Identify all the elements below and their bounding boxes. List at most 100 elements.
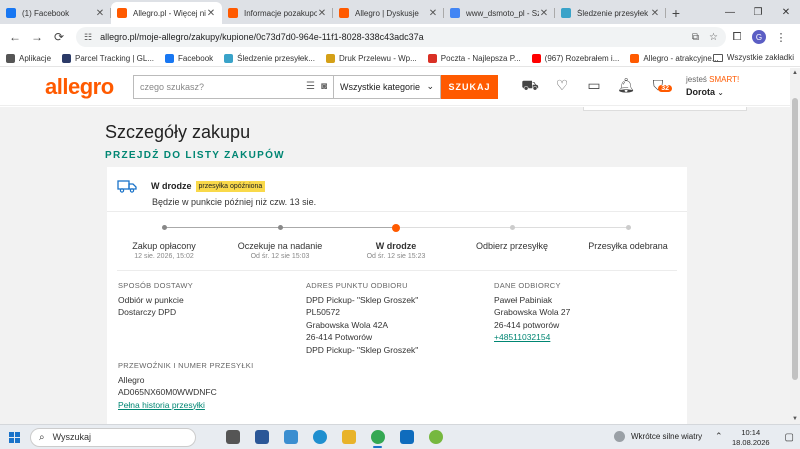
chat-icon[interactable]: ▭ — [578, 77, 610, 96]
close-tab-icon[interactable]: ✕ — [539, 8, 549, 19]
recipient-data: DANE ODBIORCY Paweł Pabiniak Grabowska W… — [494, 281, 571, 344]
tray-chevron-icon[interactable]: ⌃ — [715, 431, 723, 442]
browser-tab-strip: (1) Facebook ✕ Allegro.pl - Więcej niż ✕ Inf… — [0, 0, 800, 24]
close-tab-icon[interactable]: ✕ — [95, 8, 105, 19]
pickup-address: ADRES PUNKTU ODBIORU DPD Pickup- "Sklep … — [306, 281, 419, 355]
minimize-icon[interactable]: — — [716, 0, 744, 24]
scroll-up-icon[interactable]: ▲ — [790, 68, 800, 78]
scroll-down-icon[interactable]: ▼ — [790, 414, 800, 424]
start-button[interactable] — [0, 431, 28, 443]
browser-tab[interactable]: Śledzenie przesyłek D ✕ — [555, 2, 666, 24]
extensions-icon[interactable]: ⧠ — [726, 26, 748, 48]
timeline-connector — [512, 227, 628, 228]
favicon-icon — [450, 8, 460, 18]
search-button[interactable]: SZUKAJ — [441, 74, 498, 99]
taskbar-app-chrome[interactable] — [363, 426, 392, 448]
browser-tab[interactable]: Informacje pozakupow ✕ — [222, 2, 333, 24]
favicon-icon — [228, 8, 238, 18]
camera-icon[interactable]: ◙ — [321, 81, 327, 92]
taskbar-app-file-explorer[interactable] — [334, 426, 363, 448]
close-window-icon[interactable]: ✕ — [772, 0, 800, 24]
category-select[interactable]: Wszystkie kategorie ⌄ — [333, 74, 441, 99]
bookmark-item[interactable]: Parcel Tracking | GL... — [62, 53, 154, 63]
bookmark-item[interactable]: Facebook — [165, 53, 213, 63]
favicon-icon — [117, 8, 127, 18]
purchase-details-card: W drodze przesyłka opóźniona Będzie w pu… — [107, 167, 687, 424]
taskbar-app-edge[interactable] — [305, 426, 334, 448]
browser-toolbar: ← → ⟳ ☷ allegro.pl/moje-allegro/zakupy/k… — [0, 24, 800, 50]
taskbar-app-utorrent[interactable] — [421, 426, 450, 448]
taskbar-app-photos[interactable] — [276, 426, 305, 448]
browser-tab[interactable]: Allegro | Dyskusje ✕ — [333, 2, 444, 24]
browser-tab[interactable]: Allegro.pl - Więcej niż ✕ — [111, 2, 222, 24]
search-input[interactable]: czego szukasz? ☰ ◙ — [133, 74, 333, 99]
chevron-down-icon: ⌄ — [717, 88, 724, 97]
forward-arrow-icon[interactable]: → — [26, 26, 48, 48]
search-icon: ⌕ — [39, 431, 45, 443]
timeline-dot — [626, 225, 631, 230]
menu-dots-icon[interactable]: ⋮ — [770, 26, 792, 48]
timeline-connector — [396, 227, 512, 228]
bookmark-favicon-icon — [6, 53, 15, 63]
page-scrollbar[interactable]: ▲ ▼ — [790, 68, 800, 424]
browser-tab[interactable]: www_dsmoto_pl - Szu ✕ — [444, 2, 555, 24]
timeline-step: W drodze Od śr. 12 sie 15:23 — [341, 241, 451, 260]
folder-icon — [712, 53, 723, 62]
timeline-connector — [164, 227, 280, 228]
clock[interactable]: 10:14 18.08.2026 — [732, 428, 770, 448]
bookmark-item[interactable]: Allegro - atrakcyjne... — [630, 53, 719, 63]
tab-title: Allegro | Dyskusje — [355, 8, 419, 18]
divider — [117, 270, 677, 271]
favicon-icon — [339, 8, 349, 18]
recipient-phone-link[interactable]: +48511032154 — [494, 331, 570, 344]
browser-tab[interactable]: (1) Facebook ✕ — [0, 2, 111, 24]
bookmark-item[interactable]: (967) Rozebrałem i... — [531, 53, 619, 63]
bookmark-item[interactable]: Druk Przelewu - Wp... — [325, 53, 417, 63]
chrome-icon — [370, 430, 385, 444]
tab-title: www_dsmoto_pl - Szu — [466, 8, 539, 18]
bookmark-item[interactable]: Aplikacje — [6, 53, 51, 63]
notifications-icon[interactable]: ▢ — [785, 432, 794, 443]
url-text: allegro.pl/moje-allegro/zakupy/kupione/0… — [100, 32, 424, 42]
taskbar-app-outlook[interactable] — [392, 426, 421, 448]
reload-icon[interactable]: ⟳ — [48, 26, 70, 48]
taskbar-app-task-view[interactable] — [218, 426, 247, 448]
timeline-dot — [162, 225, 167, 230]
close-tab-icon[interactable]: ✕ — [317, 8, 327, 19]
new-tab-button[interactable]: + — [666, 2, 686, 24]
timeline-step-label: Przesyłka odebrana — [588, 241, 668, 251]
back-to-purchases-link[interactable]: PRZEJDŹ DO LISTY ZAKUPÓW — [105, 150, 285, 161]
outlook-icon — [399, 430, 414, 444]
allegro-logo[interactable]: allegro — [45, 74, 133, 100]
profile-avatar[interactable]: G — [752, 30, 766, 44]
scroll-thumb[interactable] — [792, 98, 798, 380]
taskbar-app-store[interactable] — [247, 426, 276, 448]
shipment-history-link[interactable]: Pełna historia przesyłki — [118, 399, 254, 412]
bell-icon[interactable]: 🔔︎ — [610, 77, 642, 96]
all-bookmarks[interactable]: Wszystkie zakładki — [712, 53, 794, 62]
user-name: Dorota — [686, 87, 715, 97]
timeline-dot — [278, 225, 283, 230]
cart-icon[interactable]: ⛉ 32 — [642, 77, 674, 96]
weather-widget[interactable]: Wkrótce silne wiatry — [614, 431, 702, 442]
close-tab-icon[interactable]: ✕ — [650, 8, 660, 19]
chevron-down-icon: ⌄ — [426, 81, 434, 91]
bookmark-star-icon[interactable]: ☆ — [709, 32, 718, 43]
truck-icon[interactable]: ⛟ — [514, 77, 546, 96]
bookmark-favicon-icon — [630, 53, 640, 63]
taskbar-search[interactable]: ⌕ Wyszukaj — [30, 427, 196, 447]
bookmark-item[interactable]: Śledzenie przesyłek... — [224, 53, 315, 63]
install-app-icon[interactable]: ⧉ — [692, 32, 699, 43]
close-tab-icon[interactable]: ✕ — [206, 8, 216, 19]
user-menu[interactable]: jesteś SMART! Dorota ⌄ — [686, 74, 739, 99]
maximize-icon[interactable]: ❐ — [744, 0, 772, 24]
address-bar[interactable]: ☷ allegro.pl/moje-allegro/zakupy/kupione… — [76, 27, 726, 47]
site-info-icon[interactable]: ☷ — [84, 32, 92, 43]
close-tab-icon[interactable]: ✕ — [428, 8, 438, 19]
timeline-step: Zakup opłacony 12 sie. 2026, 15:02 — [109, 241, 219, 260]
heart-icon[interactable]: ♡ — [546, 77, 578, 96]
filter-list-icon[interactable]: ☰ — [306, 81, 315, 92]
back-arrow-icon[interactable]: ← — [4, 26, 26, 48]
tab-title: (1) Facebook — [22, 8, 70, 18]
bookmark-item[interactable]: Poczta - Najlepsza P... — [427, 53, 521, 63]
